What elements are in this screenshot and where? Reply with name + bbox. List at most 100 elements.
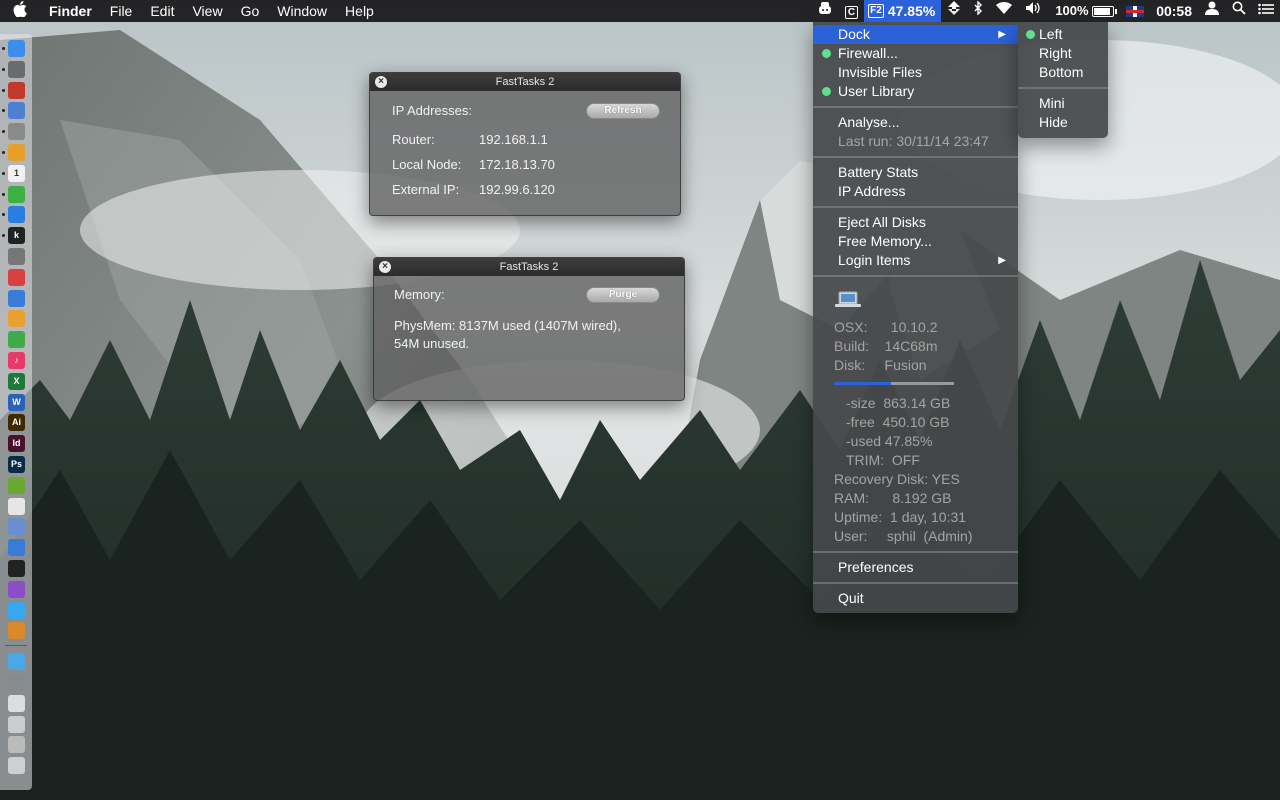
input-source[interactable] [1120,0,1150,22]
app-name-menu[interactable]: Finder [40,0,101,22]
help-menu[interactable]: Help [336,0,383,22]
info-recovery: Recovery Disk: YES [834,471,960,487]
illustrator-icon[interactable]: Ai [8,414,25,432]
word-icon[interactable]: W [8,393,25,411]
file-menu[interactable]: File [101,0,142,22]
kindle-icon[interactable]: k [8,227,25,245]
local-node-value: 172.18.13.70 [479,157,555,172]
menu-item-ip-address[interactable]: IP Address [813,182,1018,201]
screen-icon[interactable] [8,674,25,691]
onepassword-icon[interactable] [8,580,25,598]
downloads-icon[interactable] [8,736,25,754]
router-label: Router: [392,132,435,147]
flashlight-app-icon[interactable] [8,268,25,286]
submenu-item-label: Bottom [1039,64,1084,80]
submenu-item-bottom[interactable]: Bottom [1018,63,1108,82]
menu-item-dock[interactable]: Dock ▶ [813,25,1018,44]
menu-item-eject-all[interactable]: Eject All Disks [813,213,1018,232]
submenu-item-mini[interactable]: Mini [1018,94,1108,113]
menu-item-free-memory[interactable]: Free Memory... [813,232,1018,251]
menu-item-analyse[interactable]: Analyse... [813,113,1018,132]
bluetooth-icon[interactable] [967,0,989,22]
folder-icon[interactable] [8,653,25,671]
menu-item-login-items[interactable]: Login Items ▶ [813,251,1018,270]
system-prefs-icon[interactable] [8,248,25,265]
panel-titlebar: × FastTasks 2 [370,73,680,91]
fasttasks-status-item[interactable]: F2 47.85% [864,0,942,22]
rocket-app-icon[interactable] [8,81,25,99]
document-icon[interactable] [8,694,25,712]
menu-item-firewall[interactable]: Firewall... [813,44,1018,63]
edit-menu[interactable]: Edit [141,0,183,22]
c-box-label: C [844,6,859,19]
photos-icon[interactable] [8,144,25,161]
ip-heading: IP Addresses: [392,103,472,118]
calendar-icon[interactable]: 1 [8,164,25,182]
wifi-icon[interactable] [989,0,1019,22]
xcode-icon[interactable] [8,539,25,557]
running-indicator-dot [2,171,5,175]
safari-icon[interactable] [8,206,25,224]
info-build: Build: 14C68m [834,338,938,354]
trash-icon[interactable] [8,757,25,775]
enabled-dot-icon [822,49,831,58]
submenu-item-label: Hide [1039,114,1068,130]
notification-list-icon[interactable] [1252,0,1280,22]
external-ip-value: 192.99.6.120 [479,182,555,197]
battery-status[interactable]: 100% [1049,0,1120,22]
keynote-icon[interactable] [8,289,25,307]
c-box-icon[interactable]: C [839,0,864,22]
menu-separator [813,275,1018,277]
menu-item-preferences[interactable]: Preferences [813,558,1018,577]
submenu-arrow-icon: ▶ [998,29,1006,40]
submenu-item-left[interactable]: Left [1018,25,1108,44]
app-hat-icon[interactable] [811,0,839,22]
menu-item-label: Preferences [838,559,914,575]
terminal-icon[interactable] [8,560,25,577]
view-menu[interactable]: View [183,0,231,22]
photoshop-icon[interactable]: Ps [8,456,25,473]
info-size: -size 863.14 GB [846,395,951,411]
window-menu[interactable]: Window [268,0,336,22]
spotlight-icon[interactable] [1226,0,1252,22]
menu-item-user-library[interactable]: User Library [813,82,1018,101]
submenu-item-hide[interactable]: Hide [1018,113,1108,132]
apple-menu-icon[interactable] [0,0,40,22]
menu-item-invisible-files[interactable]: Invisible Files [813,63,1018,82]
launchpad-icon[interactable] [8,60,25,78]
textedit-icon[interactable] [8,497,25,515]
submenu-separator [1018,87,1108,89]
menu-item-battery-stats[interactable]: Battery Stats [813,163,1018,182]
pages-icon[interactable] [8,310,25,328]
panel-title: FastTasks 2 [495,76,555,88]
apple-logo-icon [13,0,27,18]
refresh-button[interactable]: Refresh [586,103,660,119]
volume-icon[interactable] [1019,0,1049,22]
numbers-icon[interactable] [8,331,25,349]
indesign-icon[interactable]: Id [8,435,25,453]
package-icon[interactable] [8,622,25,640]
drive-icon[interactable] [8,123,25,141]
submenu-item-label: Mini [1039,95,1065,111]
submenu-item-right[interactable]: Right [1018,44,1108,63]
evernote-icon[interactable] [8,185,25,203]
go-menu[interactable]: Go [232,0,269,22]
sync-icon[interactable] [941,0,967,22]
close-icon[interactable]: × [379,261,391,273]
menu-item-quit[interactable]: Quit [813,589,1018,608]
coda-icon[interactable] [8,476,25,494]
purge-button[interactable]: Purge [586,287,660,303]
preview-icon[interactable] [8,102,25,120]
mail-icon[interactable] [8,518,25,536]
excel-icon[interactable]: X [8,372,25,390]
user-icon[interactable] [1198,0,1226,22]
info-uptime: Uptime: 1 day, 10:31 [834,509,967,525]
close-icon[interactable]: × [375,76,387,88]
finder-icon[interactable] [8,40,25,57]
messages-icon[interactable] [8,601,25,619]
stack-icon[interactable] [8,715,25,733]
itunes-icon[interactable]: ♪ [8,352,25,369]
clock[interactable]: 00:58 [1150,0,1198,22]
submenu-item-label: Right [1039,45,1072,61]
menu-separator [813,582,1018,584]
